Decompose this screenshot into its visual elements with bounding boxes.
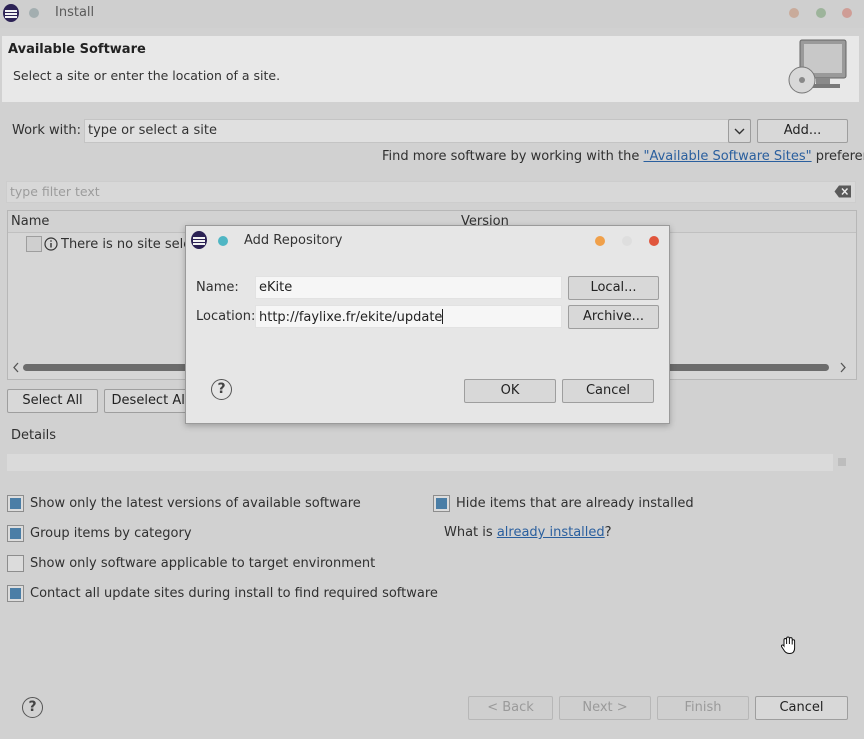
dialog-pin-icon[interactable] bbox=[218, 236, 228, 246]
window-title: Install bbox=[55, 5, 95, 20]
work-with-label: Work with: bbox=[12, 123, 82, 138]
latest-versions-checkbox[interactable] bbox=[7, 495, 24, 512]
dialog-maximize-button[interactable] bbox=[622, 236, 632, 246]
page-title: Available Software bbox=[8, 42, 146, 57]
scroll-right-icon[interactable] bbox=[838, 362, 848, 373]
hand-cursor-icon bbox=[780, 636, 796, 655]
close-button[interactable] bbox=[842, 8, 852, 18]
name-input[interactable]: eKite bbox=[259, 280, 292, 295]
scroll-left-icon[interactable] bbox=[11, 362, 21, 373]
find-more-suffix: preferences. bbox=[815, 149, 864, 164]
chevron-down-icon bbox=[734, 128, 745, 135]
location-input[interactable]: http://faylixe.fr/ekite/update bbox=[259, 310, 442, 325]
hide-installed-checkbox[interactable] bbox=[433, 495, 450, 512]
add-site-button[interactable]: Add... bbox=[757, 119, 848, 143]
dialog-minimize-button[interactable] bbox=[595, 236, 605, 246]
filter-input[interactable]: type filter text bbox=[10, 184, 100, 199]
name-field[interactable] bbox=[255, 276, 562, 299]
info-icon bbox=[44, 237, 58, 251]
page-subtitle: Select a site or enter the location of a… bbox=[13, 68, 281, 83]
window-titlebar bbox=[0, 0, 864, 28]
tree-empty-message: There is no site select bbox=[61, 237, 204, 252]
location-input-wrap[interactable]: http://faylixe.fr/ekite/update bbox=[259, 309, 444, 325]
available-software-sites-link[interactable]: "Available Software Sites" bbox=[644, 149, 812, 164]
already-installed-link[interactable]: already installed bbox=[497, 525, 605, 540]
work-with-input[interactable]: type or select a site bbox=[88, 123, 217, 138]
dialog-title: Add Repository bbox=[244, 233, 343, 248]
name-label: Name: bbox=[196, 280, 239, 295]
find-more-text: Find more software by working with the "… bbox=[382, 149, 864, 164]
ok-button[interactable]: OK bbox=[464, 379, 556, 403]
filter-field[interactable] bbox=[6, 181, 856, 203]
dialog-cancel-button[interactable]: Cancel bbox=[562, 379, 654, 403]
latest-versions-label: Show only the latest versions of availab… bbox=[30, 496, 361, 511]
text-caret bbox=[442, 309, 444, 324]
install-monitor-icon bbox=[788, 39, 847, 94]
clear-filter-icon[interactable] bbox=[834, 185, 852, 198]
window-pin-icon[interactable] bbox=[29, 8, 39, 18]
details-resize-icon[interactable] bbox=[838, 458, 846, 466]
location-label: Location: bbox=[196, 309, 256, 324]
back-button[interactable]: < Back bbox=[468, 696, 553, 720]
tree-item-checkbox[interactable] bbox=[26, 236, 42, 252]
details-label: Details bbox=[11, 428, 57, 443]
find-more-prefix: Find more software by working with the bbox=[382, 149, 644, 164]
what-is-installed-text: What is already installed? bbox=[444, 525, 612, 540]
dialog-eclipse-logo-icon bbox=[191, 231, 207, 249]
select-all-button[interactable]: Select All bbox=[7, 389, 98, 413]
what-is-suffix: ? bbox=[604, 525, 612, 540]
group-by-category-label: Group items by category bbox=[30, 526, 192, 541]
finish-button[interactable]: Finish bbox=[657, 696, 749, 720]
deselect-all-button[interactable]: Deselect All bbox=[104, 389, 196, 413]
details-area bbox=[7, 454, 833, 471]
contact-update-sites-label: Contact all update sites during install … bbox=[30, 586, 438, 601]
target-environment-checkbox[interactable] bbox=[7, 555, 24, 572]
target-environment-label: Show only software applicable to target … bbox=[30, 556, 376, 571]
group-by-category-checkbox[interactable] bbox=[7, 525, 24, 542]
dialog-help-icon[interactable]: ? bbox=[211, 379, 232, 400]
archive-button[interactable]: Archive... bbox=[568, 305, 659, 329]
minimize-button[interactable] bbox=[789, 8, 799, 18]
local-button[interactable]: Local... bbox=[568, 276, 659, 300]
column-name[interactable]: Name bbox=[11, 214, 49, 229]
maximize-button[interactable] bbox=[816, 8, 826, 18]
cancel-button[interactable]: Cancel bbox=[755, 696, 848, 720]
next-button[interactable]: Next > bbox=[559, 696, 651, 720]
hide-installed-label: Hide items that are already installed bbox=[456, 496, 694, 511]
help-icon[interactable]: ? bbox=[22, 697, 43, 718]
eclipse-logo-icon bbox=[3, 4, 19, 22]
contact-update-sites-checkbox[interactable] bbox=[7, 585, 24, 602]
work-with-dropdown-button[interactable] bbox=[728, 119, 751, 143]
dialog-close-button[interactable] bbox=[649, 236, 659, 246]
what-is-prefix: What is bbox=[444, 525, 497, 540]
